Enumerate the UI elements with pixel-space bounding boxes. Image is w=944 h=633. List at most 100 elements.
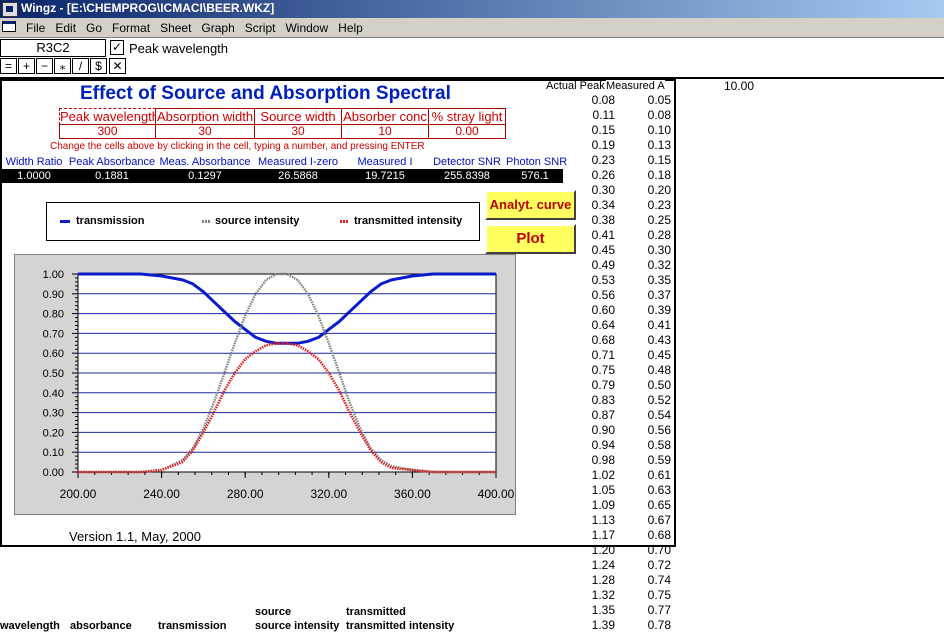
plus-button[interactable]: + — [18, 58, 35, 74]
actual-peak-cell[interactable]: 1.24 — [580, 558, 615, 573]
result-value-measured-izero[interactable]: 26.5868 — [254, 170, 342, 182]
measured-cell[interactable]: 0.37 — [636, 288, 671, 303]
result-value-width-ratio[interactable]: 1.0000 — [2, 170, 66, 182]
measured-cell[interactable]: 0.50 — [636, 378, 671, 393]
actual-peak-cell[interactable]: 0.94 — [580, 438, 615, 453]
param-label-absorption-width[interactable]: Absorption width — [155, 108, 255, 125]
measured-cell[interactable]: 0.61 — [636, 468, 671, 483]
measured-cell[interactable]: 0.30 — [636, 243, 671, 258]
param-label-stray-light[interactable]: % stray light — [428, 108, 506, 125]
measured-cell[interactable]: 0.70 — [636, 543, 671, 558]
measured-cell[interactable]: 0.13 — [636, 138, 671, 153]
param-label-peak-wavelength[interactable]: Peak wavelength — [59, 108, 156, 125]
actual-peak-cell[interactable]: 1.02 — [580, 468, 615, 483]
measured-cell[interactable]: 0.28 — [636, 228, 671, 243]
measured-cell[interactable]: 0.74 — [636, 573, 671, 588]
actual-peak-cell[interactable]: 1.32 — [580, 588, 615, 603]
actual-peak-cell[interactable]: 1.35 — [580, 603, 615, 618]
analyt-curve-button[interactable]: Analyt. curve — [485, 190, 576, 220]
minus-button[interactable]: − — [36, 58, 53, 74]
cell-reference-box[interactable]: R3C2 — [0, 39, 106, 57]
measured-cell[interactable]: 0.25 — [636, 213, 671, 228]
actual-peak-cell[interactable]: 0.34 — [580, 198, 615, 213]
measured-cell[interactable]: 0.20 — [636, 183, 671, 198]
actual-peak-cell[interactable]: 0.30 — [580, 183, 615, 198]
equals-button[interactable]: = — [0, 58, 17, 74]
actual-peak-cell[interactable]: 1.39 — [580, 618, 615, 633]
actual-peak-cell[interactable]: 1.13 — [580, 513, 615, 528]
param-label-source-width[interactable]: Source width — [254, 108, 342, 125]
menu-file[interactable]: File — [26, 21, 45, 35]
measured-cell[interactable]: 0.68 — [636, 528, 671, 543]
actual-peak-cell[interactable]: 0.98 — [580, 453, 615, 468]
result-value-peak-absorbance[interactable]: 0.1881 — [68, 170, 156, 182]
actual-peak-cell[interactable]: 0.83 — [580, 393, 615, 408]
divide-button[interactable]: / — [72, 58, 89, 74]
measured-cell[interactable]: 0.18 — [636, 168, 671, 183]
actual-peak-cell[interactable]: 0.45 — [580, 243, 615, 258]
menu-sheet[interactable]: Sheet — [160, 21, 191, 35]
measured-cell[interactable]: 0.41 — [636, 318, 671, 333]
actual-peak-cell[interactable]: 0.60 — [580, 303, 615, 318]
menu-help[interactable]: Help — [338, 21, 363, 35]
actual-peak-cell[interactable]: 1.28 — [580, 573, 615, 588]
param-value-peak-wavelength[interactable]: 300 — [59, 124, 156, 139]
actual-peak-cell[interactable]: 1.20 — [580, 543, 615, 558]
menu-graph[interactable]: Graph — [201, 21, 234, 35]
param-value-absorber-conc[interactable]: 10 — [341, 124, 429, 139]
param-value-absorption-width[interactable]: 30 — [155, 124, 255, 139]
actual-peak-cell[interactable]: 0.15 — [580, 123, 615, 138]
actual-peak-cell[interactable]: 0.08 — [580, 93, 615, 108]
measured-cell[interactable]: 0.45 — [636, 348, 671, 363]
measured-cell[interactable]: 0.43 — [636, 333, 671, 348]
actual-peak-cell[interactable]: 0.87 — [580, 408, 615, 423]
document-icon[interactable] — [2, 21, 16, 32]
actual-peak-cell[interactable]: 1.05 — [580, 483, 615, 498]
accept-check-button[interactable]: ✓ — [110, 40, 124, 55]
measured-cell[interactable]: 0.54 — [636, 408, 671, 423]
result-value-meas-absorbance[interactable]: 0.1297 — [158, 170, 252, 182]
actual-peak-cell[interactable]: 0.53 — [580, 273, 615, 288]
actual-peak-cell[interactable]: 0.71 — [580, 348, 615, 363]
measured-cell[interactable]: 0.35 — [636, 273, 671, 288]
result-value-measured-i[interactable]: 19.7215 — [344, 170, 426, 182]
menu-window[interactable]: Window — [285, 21, 328, 35]
actual-peak-cell[interactable]: 0.68 — [580, 333, 615, 348]
actual-peak-cell[interactable]: 0.26 — [580, 168, 615, 183]
actual-peak-cell[interactable]: 1.09 — [580, 498, 615, 513]
measured-cell[interactable]: 0.63 — [636, 483, 671, 498]
actual-peak-cell[interactable]: 0.49 — [580, 258, 615, 273]
measured-cell[interactable]: 0.52 — [636, 393, 671, 408]
actual-peak-cell[interactable]: 0.79 — [580, 378, 615, 393]
plot-button[interactable]: Plot — [485, 224, 576, 254]
actual-peak-cell[interactable]: 0.64 — [580, 318, 615, 333]
measured-cell[interactable]: 0.23 — [636, 198, 671, 213]
actual-peak-cell[interactable]: 1.17 — [580, 528, 615, 543]
app-icon[interactable] — [2, 2, 18, 17]
menu-edit[interactable]: Edit — [55, 21, 76, 35]
menu-format[interactable]: Format — [112, 21, 150, 35]
measured-cell[interactable]: 0.10 — [636, 123, 671, 138]
measured-cell[interactable]: 0.65 — [636, 498, 671, 513]
param-value-source-width[interactable]: 30 — [254, 124, 342, 139]
measured-cell[interactable]: 0.39 — [636, 303, 671, 318]
result-value-photon-snr[interactable]: 576.1 — [506, 170, 564, 182]
param-value-stray-light[interactable]: 0.00 — [428, 124, 506, 139]
menu-go[interactable]: Go — [86, 21, 102, 35]
actual-peak-cell[interactable]: 0.11 — [580, 108, 615, 123]
measured-cell[interactable]: 0.72 — [636, 558, 671, 573]
cancel-x-button[interactable]: ✕ — [109, 58, 126, 74]
measured-cell[interactable]: 0.08 — [636, 108, 671, 123]
formula-input[interactable]: Peak wavelength — [129, 41, 228, 56]
measured-cell[interactable]: 0.32 — [636, 258, 671, 273]
measured-cell[interactable]: 0.78 — [636, 618, 671, 633]
actual-peak-cell[interactable]: 0.41 — [580, 228, 615, 243]
menu-script[interactable]: Script — [245, 21, 276, 35]
table-extra-value[interactable]: 10.00 — [724, 79, 754, 93]
actual-peak-cell[interactable]: 0.90 — [580, 423, 615, 438]
actual-peak-cell[interactable]: 0.19 — [580, 138, 615, 153]
measured-cell[interactable]: 0.56 — [636, 423, 671, 438]
measured-cell[interactable]: 0.75 — [636, 588, 671, 603]
measured-cell[interactable]: 0.59 — [636, 453, 671, 468]
param-label-absorber-conc[interactable]: Absorber conc — [341, 108, 429, 125]
